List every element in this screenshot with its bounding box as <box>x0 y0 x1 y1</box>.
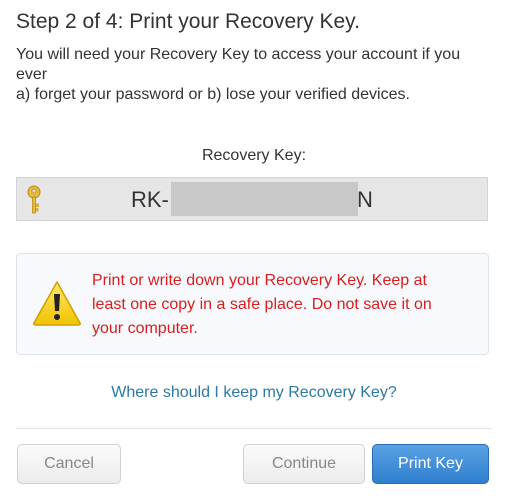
recovery-key-prefix: RK- <box>131 187 169 212</box>
recovery-key-suffix: N <box>357 187 373 212</box>
warning-line: least one copy in a safe place. Do not s… <box>92 296 432 313</box>
description-line: a) forget your password or b) lose your … <box>16 86 410 103</box>
warning-text: Print or write down your Recovery Key. K… <box>92 269 482 341</box>
divider <box>16 428 492 429</box>
warning-line: your computer. <box>92 320 198 337</box>
recovery-key-dialog: Step 2 of 4: Print your Recovery Key. Yo… <box>0 0 508 504</box>
description-line: ever <box>16 66 48 83</box>
warning-box: Print or write down your Recovery Key. K… <box>16 253 489 355</box>
print-key-button[interactable]: Print Key <box>372 444 489 484</box>
key-icon <box>27 185 41 214</box>
page-title: Step 2 of 4: Print your Recovery Key. <box>16 10 360 33</box>
continue-button[interactable]: Continue <box>243 444 365 484</box>
recovery-key-label: Recovery Key: <box>201 147 307 164</box>
recovery-key-field: RK- N <box>16 177 488 221</box>
cancel-button[interactable]: Cancel <box>17 444 121 484</box>
description-line: You will need your Recovery Key to acces… <box>16 46 461 63</box>
description: You will need your Recovery Key to acces… <box>16 45 496 105</box>
recovery-key-redacted <box>171 182 358 216</box>
recovery-key-help-link[interactable]: Where should I keep my Recovery Key? <box>0 384 508 402</box>
warning-line: Print or write down your Recovery Key. K… <box>92 272 427 289</box>
warning-icon <box>33 281 81 326</box>
